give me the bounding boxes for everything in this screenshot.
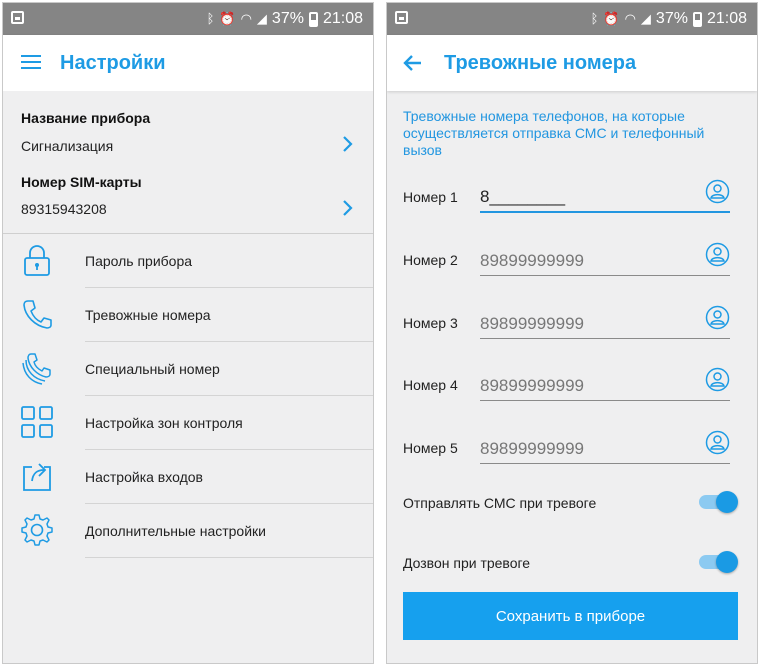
alarm-numbers-screen: ᛒ ⏰ ◠ ◢ 37% 21:08 Тревожные номера Трево… xyxy=(386,2,758,664)
menu-item-label: Настройка входов xyxy=(85,469,203,485)
contact-icon[interactable] xyxy=(705,242,730,267)
number-label: Номер 1 xyxy=(403,189,458,205)
status-bar: ᛒ ⏰ ◠ ◢ 37% 21:08 xyxy=(387,3,757,35)
number-row-4: Номер 4 xyxy=(387,367,757,407)
input-icon xyxy=(23,463,51,491)
divider xyxy=(85,557,373,558)
contact-icon[interactable] xyxy=(705,179,730,204)
wifi-icon: ◠ xyxy=(240,11,252,27)
app-bar: Настройки xyxy=(3,35,373,91)
signal-icon: ◢ xyxy=(256,11,267,27)
phone-double-icon xyxy=(22,353,51,385)
image-notification-icon xyxy=(395,11,408,24)
number-label: Номер 2 xyxy=(403,252,458,268)
phone-number-input-2[interactable] xyxy=(480,246,730,276)
page-title: Настройки xyxy=(60,52,166,74)
status-bar: ᛒ ⏰ ◠ ◢ 37% 21:08 xyxy=(3,3,373,35)
number-row-1: Номер 1 xyxy=(387,179,757,219)
phone-icon xyxy=(23,300,52,329)
toggle-row-call: Дозвон при тревоге xyxy=(387,549,757,579)
description-text: Тревожные номера телефонов, на которые о… xyxy=(403,108,705,158)
toggle-knob xyxy=(716,491,738,513)
toggle-row-sms: Отправлять СМС при тревоге xyxy=(387,489,757,519)
alarm-clock-icon: ⏰ xyxy=(219,11,236,27)
menu-item-advanced-settings[interactable]: Дополнительные настройки xyxy=(3,504,373,558)
settings-screen: ᛒ ⏰ ◠ ◢ 37% 21:08 Настройки Название при… xyxy=(2,2,374,664)
device-info-section: Название прибора Сигнализация Номер SIM-… xyxy=(3,91,373,234)
menu-item-label: Настройка зон контроля xyxy=(85,415,243,431)
chevron-right-icon[interactable] xyxy=(341,136,355,152)
phone-number-input-5[interactable] xyxy=(480,434,730,464)
phone-number-input-4[interactable] xyxy=(480,371,730,401)
menu-item-label: Тревожные номера xyxy=(85,307,211,323)
battery-percent: 37% xyxy=(271,10,304,27)
menu-item-label: Пароль прибора xyxy=(85,253,193,269)
contact-icon[interactable] xyxy=(705,305,730,330)
menu-item-label: Дополнительные настройки xyxy=(85,523,266,539)
contact-icon[interactable] xyxy=(705,367,730,392)
sim-number-label: Номер SIM-карты xyxy=(21,174,142,190)
save-to-device-button[interactable]: Сохранить в приборе xyxy=(403,592,738,640)
call-alarm-toggle[interactable] xyxy=(699,551,738,573)
menu-item-inputs[interactable]: Настройка входов xyxy=(3,450,373,504)
number-row-3: Номер 3 xyxy=(387,305,757,345)
number-row-5: Номер 5 xyxy=(387,430,757,470)
menu-icon[interactable] xyxy=(21,55,41,70)
chevron-right-icon[interactable] xyxy=(341,200,355,216)
grid-icon xyxy=(21,406,53,438)
battery-percent: 37% xyxy=(655,10,688,27)
wifi-icon: ◠ xyxy=(624,11,636,27)
clock: 21:08 xyxy=(322,10,363,27)
phone-number-input-3[interactable] xyxy=(480,309,730,339)
sms-alarm-toggle[interactable] xyxy=(699,491,738,513)
menu-item-special-number[interactable]: Специальный номер xyxy=(3,342,373,396)
alarm-clock-icon: ⏰ xyxy=(603,11,620,27)
page-title: Тревожные номера xyxy=(444,52,637,74)
menu-item-alarm-numbers[interactable]: Тревожные номера xyxy=(3,288,373,342)
sim-number-value[interactable]: 89315943208 xyxy=(21,201,107,217)
signal-icon: ◢ xyxy=(640,11,651,27)
battery-icon xyxy=(692,11,702,27)
menu-item-label: Специальный номер xyxy=(85,361,220,377)
clock: 21:08 xyxy=(706,10,747,27)
toggle-label: Отправлять СМС при тревоге xyxy=(403,495,597,511)
number-row-2: Номер 2 xyxy=(387,242,757,282)
toggle-label: Дозвон при тревоге xyxy=(403,555,531,571)
battery-icon xyxy=(308,11,318,27)
number-label: Номер 5 xyxy=(403,440,458,456)
number-label: Номер 4 xyxy=(403,377,458,393)
back-arrow-icon[interactable] xyxy=(401,51,425,75)
image-notification-icon xyxy=(11,11,24,24)
bluetooth-icon: ᛒ xyxy=(206,11,215,27)
lock-icon xyxy=(24,245,50,276)
app-bar: Тревожные номера xyxy=(387,35,757,91)
menu-item-control-zones[interactable]: Настройка зон контроля xyxy=(3,396,373,450)
device-name-label: Название прибора xyxy=(21,110,151,126)
toggle-knob xyxy=(716,551,738,573)
menu-item-device-password[interactable]: Пароль прибора xyxy=(3,234,373,288)
bluetooth-icon: ᛒ xyxy=(590,11,599,27)
phone-number-input-1[interactable] xyxy=(480,183,730,213)
gear-icon xyxy=(21,514,53,546)
contact-icon[interactable] xyxy=(705,430,730,455)
number-label: Номер 3 xyxy=(403,315,458,331)
device-name-value[interactable]: Сигнализация xyxy=(21,138,113,154)
